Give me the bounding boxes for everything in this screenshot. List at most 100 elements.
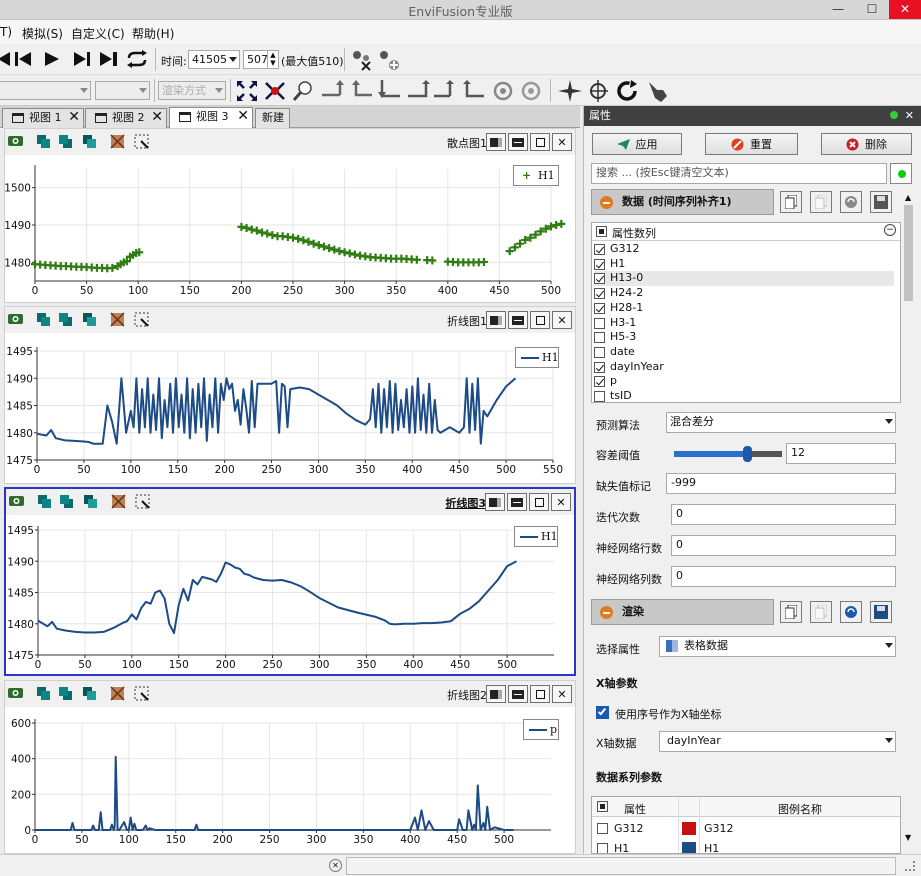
- search-status-icon[interactable]: [890, 163, 912, 184]
- column-checkbox[interactable]: [594, 273, 605, 285]
- rotate-ccw-icon[interactable]: [520, 80, 542, 102]
- layer-back-icon[interactable]: [57, 685, 75, 703]
- series-color-swatch[interactable]: [682, 822, 696, 835]
- tab-close-icon[interactable]: ✕: [68, 108, 80, 126]
- save-icon[interactable]: [870, 191, 892, 213]
- tab-view-2[interactable]: 视图 2 ✕: [85, 108, 167, 128]
- next-frame-icon[interactable]: [72, 52, 90, 66]
- column-checkbox[interactable]: [594, 346, 605, 358]
- tab-new[interactable]: 新建: [255, 108, 290, 128]
- menu-item-tools[interactable]: T): [0, 25, 12, 39]
- align-corner-icon[interactable]: [462, 80, 486, 102]
- column-checkbox[interactable]: [594, 288, 605, 300]
- properties-scrollbar[interactable]: ▲ ▼: [902, 191, 916, 846]
- layer-back-icon[interactable]: [57, 133, 75, 151]
- zoom-icon[interactable]: [292, 80, 314, 102]
- pan-tool-icon[interactable]: [586, 80, 610, 102]
- align-bottom-icon[interactable]: [434, 80, 458, 102]
- layer-group-icon[interactable]: [82, 493, 100, 511]
- column-item[interactable]: date: [594, 345, 894, 360]
- split-horizontal-icon[interactable]: [486, 685, 506, 703]
- maximize-pane-icon[interactable]: [529, 493, 549, 511]
- column-item[interactable]: H28-1: [594, 301, 894, 316]
- tab-view-3[interactable]: 视图 3 ✕: [169, 107, 253, 129]
- close-pane-icon[interactable]: ✕: [552, 133, 572, 151]
- camera-icon[interactable]: [7, 133, 25, 151]
- chart-title[interactable]: 折线图3: [445, 495, 486, 511]
- layer-front-icon[interactable]: [35, 133, 53, 151]
- chart-plot[interactable]: 0 50 100 150 200 250 300 350 400 450 500 550 1475 148…: [5, 333, 575, 483]
- fit-view-icon[interactable]: [236, 80, 258, 102]
- close-pane-icon[interactable]: ✕: [552, 685, 572, 703]
- delete-button[interactable]: 删除: [821, 133, 912, 155]
- column-checkbox[interactable]: [594, 332, 605, 344]
- column-checkbox[interactable]: [594, 361, 605, 373]
- selection-icon[interactable]: [134, 493, 152, 511]
- nn-rows-input[interactable]: 0: [671, 535, 896, 556]
- previous-frame-icon[interactable]: [15, 52, 33, 66]
- selection-icon[interactable]: [133, 685, 151, 703]
- rotate-cw-icon[interactable]: [492, 80, 514, 102]
- copy-icon[interactable]: [780, 191, 802, 213]
- series-row[interactable]: H1 H1: [592, 838, 900, 853]
- paste-icon[interactable]: [810, 191, 832, 213]
- pointer-hand-icon[interactable]: [645, 80, 669, 102]
- column-item[interactable]: H5-3: [594, 330, 894, 345]
- series-legend-name[interactable]: G312: [704, 822, 734, 835]
- layer-front-icon[interactable]: [35, 685, 53, 703]
- align-down-right-icon[interactable]: [406, 80, 430, 102]
- collapse-icon[interactable]: [600, 196, 613, 209]
- sync-icon[interactable]: [840, 191, 862, 213]
- series-checkbox[interactable]: [597, 823, 608, 834]
- search-input[interactable]: 搜索 ... (按Esc键清空文本): [591, 163, 887, 184]
- column-item[interactable]: tsID: [594, 389, 894, 402]
- x-data-select[interactable]: dayInYear: [659, 731, 896, 752]
- chart-plot[interactable]: 0 50 100 150 200 250 300 350 400 450 500 1480 1490 15…: [5, 155, 575, 303]
- collapse-icon[interactable]: [600, 606, 613, 619]
- layer-group-icon[interactable]: [81, 311, 99, 329]
- split-horizontal-icon[interactable]: [486, 311, 506, 329]
- maximize-pane-icon[interactable]: [530, 685, 550, 703]
- select-all-checkbox[interactable]: [596, 226, 607, 237]
- tab-close-icon[interactable]: ✕: [151, 108, 163, 126]
- split-vertical-icon[interactable]: [507, 493, 527, 511]
- scroll-down-icon[interactable]: ▼: [905, 833, 911, 842]
- algorithm-select[interactable]: 混合差分: [666, 412, 896, 433]
- camera-icon[interactable]: [7, 311, 25, 329]
- add-point-icon[interactable]: [378, 49, 400, 71]
- chart-title[interactable]: 折线图2: [447, 687, 487, 703]
- column-checkbox[interactable]: [594, 376, 605, 388]
- column-item[interactable]: H24-2: [594, 286, 894, 301]
- paste-icon[interactable]: [810, 601, 832, 623]
- render-section-header[interactable]: 渲染: [591, 599, 774, 625]
- column-item[interactable]: G312: [594, 242, 894, 257]
- select-property-dropdown[interactable]: 表格数据: [659, 636, 896, 657]
- tab-close-icon[interactable]: ✕: [237, 107, 249, 125]
- play-icon[interactable]: [45, 52, 59, 66]
- loop-icon[interactable]: [127, 50, 147, 68]
- column-checkbox[interactable]: [594, 244, 605, 255]
- nn-cols-input[interactable]: 0: [671, 566, 896, 587]
- save-icon[interactable]: [870, 601, 892, 623]
- series-color-swatch[interactable]: [682, 842, 696, 853]
- sync-icon[interactable]: [840, 601, 862, 623]
- menu-item-custom[interactable]: 自定义(C): [71, 25, 125, 42]
- selection-icon[interactable]: [133, 133, 151, 151]
- layer-back-icon[interactable]: [57, 311, 75, 329]
- scroll-up-icon[interactable]: ▲: [905, 193, 911, 202]
- panel-close-icon[interactable]: ✕: [905, 106, 914, 125]
- use-index-checkbox[interactable]: [596, 706, 609, 719]
- layer-group-icon[interactable]: [81, 685, 99, 703]
- collapse-circle-icon[interactable]: −: [884, 224, 896, 236]
- maximize-pane-icon[interactable]: [530, 311, 550, 329]
- align-down-left-icon[interactable]: [378, 80, 402, 102]
- align-left-up-icon[interactable]: [322, 80, 346, 102]
- step-back-icon[interactable]: [0, 52, 10, 66]
- palette-icon[interactable]: [109, 311, 127, 329]
- column-item[interactable]: H3-1: [594, 316, 894, 331]
- minimize-button[interactable]: —: [822, 0, 854, 19]
- data-section-header[interactable]: 数据 (时间序列补齐1): [591, 189, 774, 215]
- column-item[interactable]: H1: [594, 257, 894, 272]
- menu-item-simulate[interactable]: 模拟(S): [22, 25, 63, 42]
- missing-value-input[interactable]: -999: [666, 473, 896, 494]
